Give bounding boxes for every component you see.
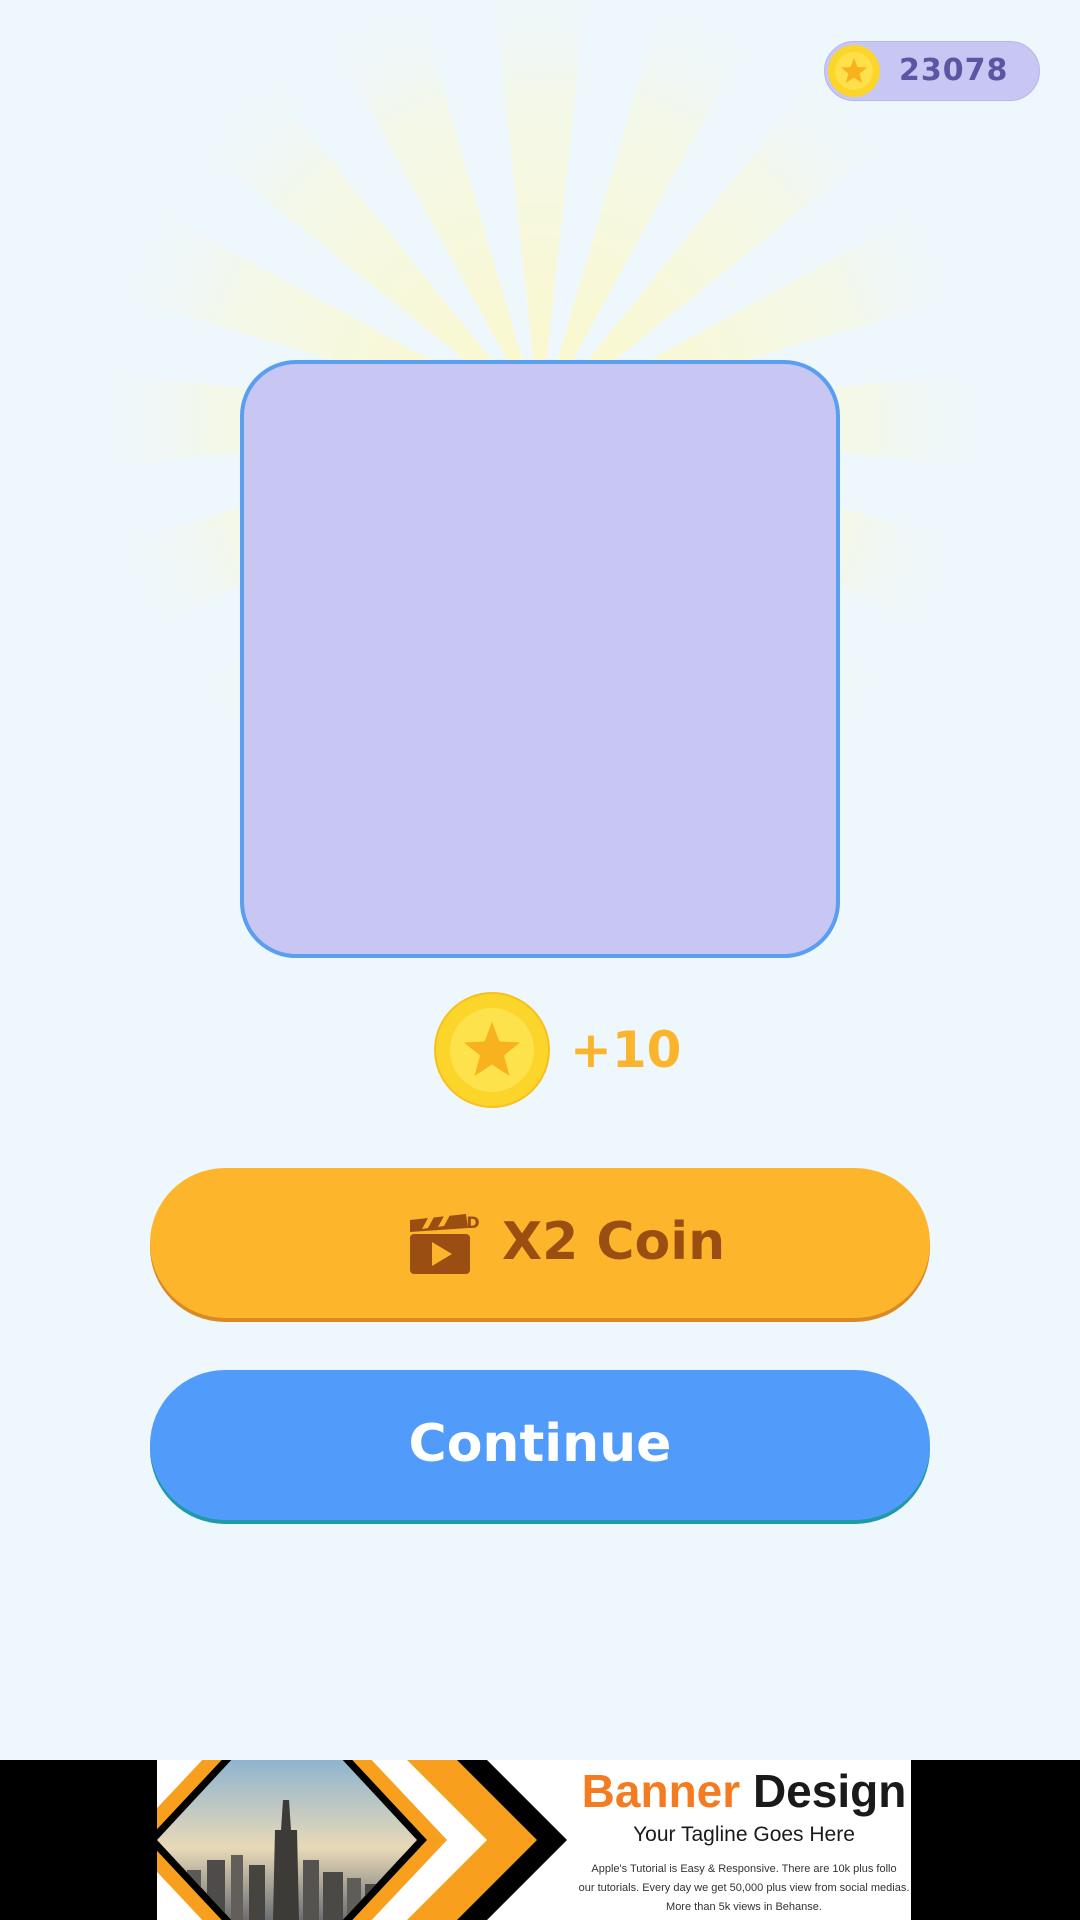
ad-title-part2: Design [752,1765,907,1817]
x2-coin-label: X2 Coin [502,1212,726,1272]
city-skyline-image [157,1760,577,1920]
ad-title-part1: Banner [581,1765,741,1817]
coin-count: 23078 [899,53,1009,88]
x2-coin-button[interactable]: AD X2 Coin [150,1168,930,1318]
sunburst-ray [494,0,586,420]
star-coin-icon [434,992,550,1108]
sunburst-ray [540,0,766,420]
reward-amount: +10 [570,1021,682,1079]
ad-body-line: our tutorials. Every day we get 50,000 p… [578,1882,910,1894]
star-coin-icon [828,45,880,97]
ad-title: Banner Design [577,1764,911,1818]
sunburst-ray [314,0,540,420]
ad-body: Apple's Tutorial is Easy & Responsive. T… [577,1860,911,1917]
banner-ad[interactable]: Banner Design Your Tagline Goes Here App… [157,1760,911,1920]
ad-body-line: More than 5k views in Behanse. [666,1901,822,1913]
ad-strip: Banner Design Your Tagline Goes Here App… [0,1760,1080,1920]
coin-balance: 23078 [824,41,1040,101]
ad-body-line: Apple's Tutorial is Easy & Responsive. T… [591,1863,897,1875]
video-ad-icon: AD [410,1214,480,1274]
ad-badge-text: AD [454,1214,480,1232]
continue-label: Continue [408,1414,672,1474]
continue-button[interactable]: Continue [150,1370,930,1520]
reward-preview-card [240,360,840,958]
ad-tagline: Your Tagline Goes Here [633,1823,855,1846]
